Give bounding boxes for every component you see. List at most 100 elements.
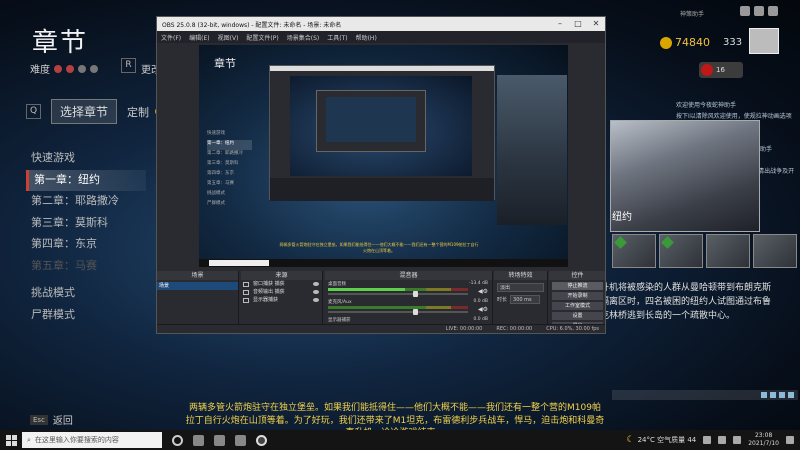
back-nav[interactable]: Esc 返回 [30,412,73,427]
channel-db: 0.0 dB [473,317,488,322]
q-key-hint: Q [26,104,41,119]
chapter-item[interactable]: 第一章：纽约 [26,169,146,191]
source-item[interactable]: 音频输出 捕获 [241,289,322,296]
chevron-up-icon[interactable] [703,436,712,444]
menu-edit[interactable]: 编辑(E) [189,33,209,42]
hud-icon[interactable] [788,392,794,398]
windows-icon [5,434,17,446]
settings-button[interactable]: 设置 [552,312,603,320]
cortana-icon[interactable] [172,434,183,446]
chapter-item[interactable]: 第三章：莫斯科 [26,213,146,235]
eye-icon[interactable] [313,298,319,302]
speaker-icon[interactable]: ◀⚙ [478,288,488,295]
search-icon: ⌕ [27,435,31,444]
chapter-item[interactable]: 快速游戏 [26,148,146,170]
coin-icon [660,36,672,49]
check-icon [614,236,627,249]
preview-search [209,260,269,266]
start-recording-button[interactable]: 开始录制 [552,292,603,300]
scenes-header: 场景 [157,271,238,280]
preview-title: 章节 [214,57,236,70]
rec-timer: REC: 00:00:00 [496,326,533,332]
studio-mode-button[interactable]: 工作室模式 [552,302,603,310]
hud-icon[interactable] [770,392,776,398]
close-icon[interactable]: ✕ [587,17,605,31]
menu-view[interactable]: 视图(V) [218,33,239,42]
start-button[interactable] [0,430,22,450]
preview-row: 挑战模式 [207,191,225,196]
mixer-header: 混音器 [325,271,492,280]
source-item[interactable]: 显示器捕获 [241,297,322,304]
back-button[interactable]: 返回 [53,412,73,427]
map-thumbnail[interactable] [659,234,703,268]
map-thumbnails [612,234,797,268]
mode-item[interactable]: 挑战模式 [26,283,146,305]
volume-slider[interactable] [328,291,468,297]
folder-icon[interactable] [214,434,225,446]
duration-row: 时长 300 ms [497,295,544,304]
avatar[interactable] [749,28,779,54]
menu-file[interactable]: 文件(F) [161,33,181,42]
channel-name: 麦克风/Aux [328,300,352,305]
notification-icon[interactable] [786,436,794,444]
task-view-icon[interactable] [193,434,204,446]
menu-icon[interactable] [754,6,764,16]
preview-row: 尸群模式 [207,201,225,206]
chapter-tabs: Q 选择章节 定制 [26,99,164,124]
volume-slider[interactable] [328,309,468,315]
obs-preview[interactable]: 章节 快速游戏 第一章：纽约 第二章：耶路撒冷 第三章：莫斯科 第四章：东京 第… [199,45,568,267]
settings-icon[interactable] [740,6,750,16]
stop-streaming-button[interactable]: 停止推流 [552,282,603,290]
scene-item[interactable]: 场景 [157,282,238,290]
map-thumbnail[interactable] [612,234,656,268]
window-icon [243,282,249,287]
obs-window[interactable]: OBS 25.0.8 (32-bit, windows) - 配置文件: 未命名… [156,16,606,334]
minimize-icon[interactable]: – [551,17,569,31]
check-icon [661,236,674,249]
system-tray: ☾ 24°C 空气质量 44 23:08 2021/7/10 [627,432,800,448]
duration-label: 时长 [497,297,508,303]
obs-titlebar[interactable]: OBS 25.0.8 (32-bit, windows) - 配置文件: 未命名… [157,17,605,31]
weather-widget[interactable]: ☾ 24°C 空气质量 44 [627,435,697,445]
clock[interactable]: 23:08 2021/7/10 [748,432,779,448]
skull-icon[interactable] [90,64,98,73]
tab-select-chapter[interactable]: 选择章节 [51,99,118,124]
nested-preview [290,76,472,176]
status-badge: 16 [699,62,743,78]
map-thumbnail[interactable] [753,234,797,268]
window-title: OBS 25.0.8 (32-bit, windows) - 配置文件: 未命名… [162,21,342,29]
channel-db: 0.0 dB [473,299,488,304]
eye-icon[interactable] [313,282,319,286]
menu-help[interactable]: 帮助(H) [356,33,377,42]
preview-chapter-list: 快速游戏 第一章：纽约 第二章：耶路撒冷 第三章：莫斯科 第四章：东京 第五章：… [207,130,252,210]
network-icon[interactable] [718,436,727,444]
obs-icon[interactable] [256,434,267,446]
chapter-item[interactable]: 第四章：东京 [26,234,146,256]
skull-icon[interactable] [54,64,62,73]
close-icon[interactable] [768,6,778,16]
chapter-item[interactable]: 第五章：马赛 [26,256,146,278]
menu-tools[interactable]: 工具(T) [327,33,347,42]
skull-icon[interactable] [66,64,74,73]
source-item[interactable]: 窗口捕获 捕获 [241,281,322,288]
taskbar-search[interactable]: ⌕ 在这里输入你要搜索的内容 [22,432,162,448]
preview-row: 第一章：纽约 [207,140,252,150]
game-icon[interactable] [235,434,246,446]
menu-profile[interactable]: 配置文件(P) [246,33,278,42]
menu-scene-collection[interactable]: 场景集合(S) [287,33,320,42]
transition-select[interactable]: 淡出 [497,283,544,292]
channel-db: -13.4 dB [468,281,488,286]
skull-icon[interactable] [78,64,86,73]
volume-icon[interactable] [733,436,742,444]
map-thumbnail[interactable] [706,234,750,268]
eye-icon[interactable] [313,290,319,294]
maximize-icon[interactable]: □ [569,17,587,31]
duration-input[interactable]: 300 ms [510,295,541,304]
monitor-icon [243,298,249,303]
chapter-item[interactable]: 第二章：耶路撒冷 [26,191,146,213]
currency-display: 74840 333 [660,36,742,49]
hud-icon[interactable] [779,392,785,398]
mode-item[interactable]: 尸群模式 [26,305,146,327]
speaker-icon[interactable]: ◀⚙ [478,306,488,313]
hud-icon[interactable] [761,392,767,398]
